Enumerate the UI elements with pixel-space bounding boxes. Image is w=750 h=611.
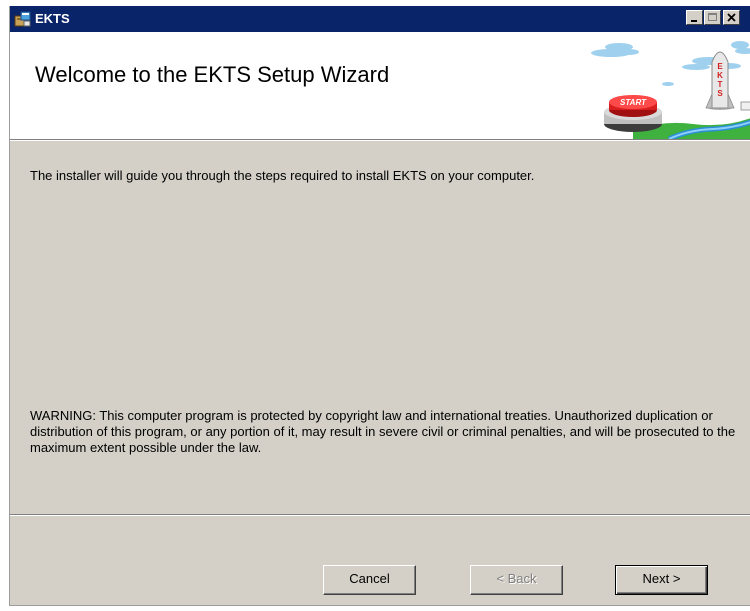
footer-divider: [10, 514, 750, 516]
back-button[interactable]: < Back: [470, 565, 563, 595]
title-bar[interactable]: EKTS: [10, 6, 750, 32]
start-label: START: [620, 98, 647, 107]
maximize-button[interactable]: [704, 10, 721, 25]
setup-package-icon: [14, 10, 32, 28]
minimize-button[interactable]: [686, 10, 703, 25]
intro-text: The installer will guide you through the…: [30, 168, 535, 183]
svg-text:E: E: [717, 62, 723, 71]
page-title: Welcome to the EKTS Setup Wizard: [35, 62, 390, 87]
next-button[interactable]: Next >: [615, 565, 708, 595]
window-title: EKTS: [35, 11, 70, 26]
start-button-illustration: START: [604, 95, 662, 132]
svg-text:S: S: [717, 89, 723, 98]
svg-text:T: T: [718, 80, 723, 89]
copyright-warning: WARNING: This computer program is protec…: [30, 408, 736, 455]
close-icon: [727, 13, 736, 22]
cancel-button[interactable]: Cancel: [323, 565, 416, 595]
banner-illustration: E K T S START: [573, 32, 750, 142]
close-button[interactable]: [723, 10, 740, 25]
banner-divider: [10, 139, 750, 141]
minimize-icon: [691, 20, 697, 22]
svg-text:K: K: [717, 71, 723, 80]
maximize-icon: [708, 13, 717, 21]
setup-wizard-window: EKTS Welcome to the EKTS Setup Wizard E …: [9, 6, 750, 606]
